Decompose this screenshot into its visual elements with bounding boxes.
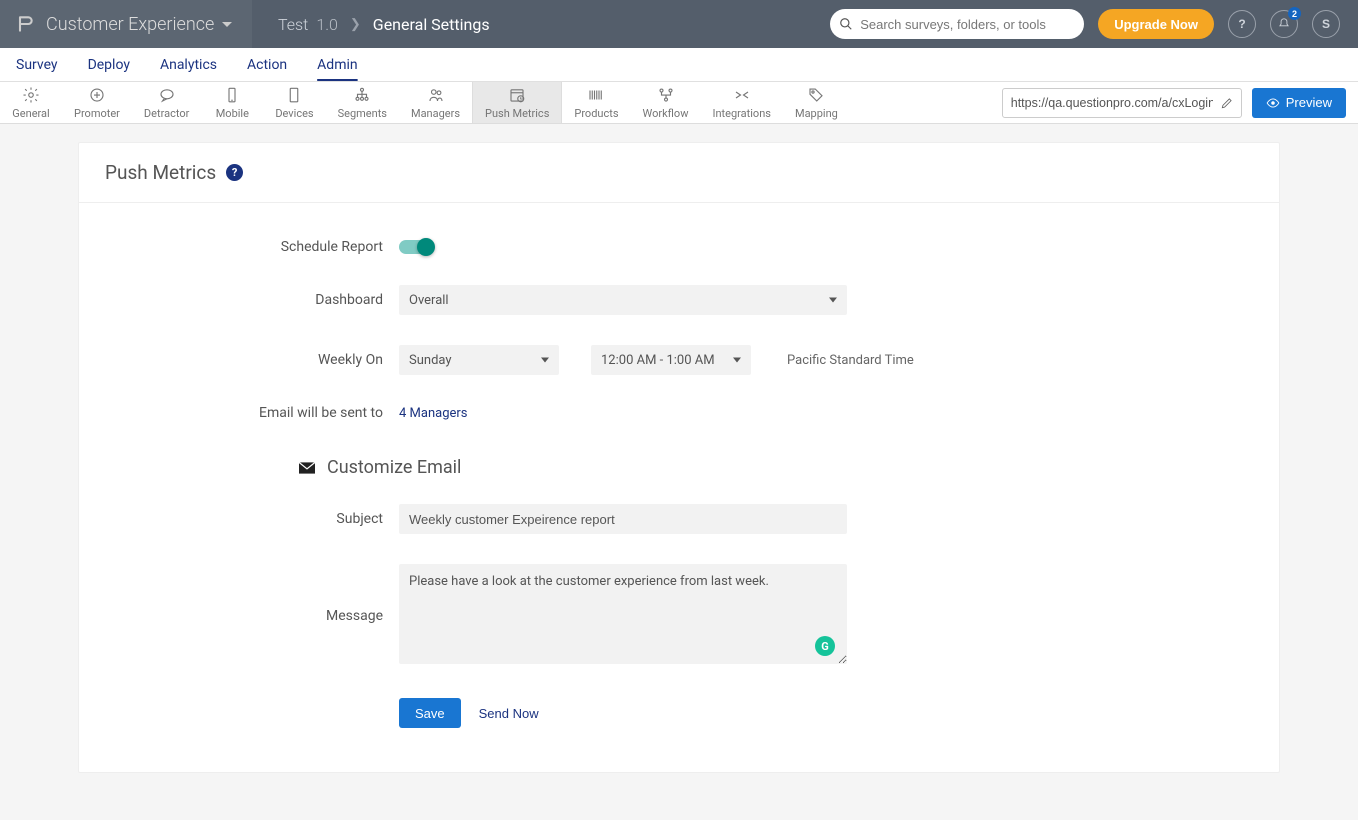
page-url-field[interactable] — [1002, 88, 1242, 118]
upgrade-button[interactable]: Upgrade Now — [1098, 9, 1214, 39]
grammarly-icon[interactable]: G — [815, 636, 835, 656]
admin-toolbar: General Promoter Detractor Mobile Device… — [0, 82, 1358, 124]
tool-mapping[interactable]: Mapping — [783, 82, 850, 123]
devices-icon — [285, 86, 303, 104]
main-content: Push Metrics ? Schedule Report Dashboard… — [0, 124, 1358, 813]
breadcrumb-root[interactable]: Test — [278, 15, 308, 34]
email-sent-to-label: Email will be sent to — [119, 405, 399, 421]
tool-devices[interactable]: Devices — [263, 82, 325, 123]
breadcrumb: Test 1.0 ❯ General Settings — [252, 15, 490, 34]
calendar-clock-icon — [508, 86, 526, 104]
plus-circle-icon — [88, 86, 106, 104]
search-input[interactable] — [830, 9, 1084, 39]
send-now-button[interactable]: Send Now — [479, 706, 539, 721]
workflow-icon — [657, 86, 675, 104]
panel-title: Push Metrics — [105, 161, 216, 184]
tool-detractor[interactable]: Detractor — [132, 82, 201, 123]
hierarchy-icon — [353, 86, 371, 104]
tool-promoter[interactable]: Promoter — [62, 82, 132, 123]
brand-title: Customer Experience — [46, 14, 214, 35]
breadcrumb-version: 1.0 — [316, 15, 338, 34]
tool-integrations[interactable]: Integrations — [700, 82, 782, 123]
barcode-icon — [587, 86, 605, 104]
caret-down-icon — [829, 298, 837, 303]
subject-input[interactable] — [399, 504, 847, 534]
help-button[interactable]: ? — [1228, 10, 1256, 38]
dashboard-label: Dashboard — [119, 292, 399, 308]
bell-icon — [1277, 17, 1291, 31]
schedule-report-toggle[interactable] — [399, 240, 431, 254]
notifications-button[interactable]: 2 — [1270, 10, 1298, 38]
caret-down-icon — [733, 358, 741, 363]
subject-label: Subject — [119, 511, 399, 527]
chat-icon — [158, 86, 176, 104]
integrations-icon — [733, 86, 751, 104]
tool-products[interactable]: Products — [562, 82, 630, 123]
tool-workflow[interactable]: Workflow — [631, 82, 701, 123]
customize-email-header: Customize Email — [297, 457, 1239, 478]
push-metrics-panel: Push Metrics ? Schedule Report Dashboard… — [78, 142, 1280, 773]
toolbar-right: Preview — [1002, 82, 1358, 123]
caret-down-icon — [222, 16, 232, 32]
tool-managers[interactable]: Managers — [399, 82, 472, 123]
search-wrap — [830, 9, 1084, 39]
nav-item-deploy[interactable]: Deploy — [88, 51, 130, 79]
weekly-time-select[interactable]: 12:00 AM - 1:00 AM — [591, 345, 751, 375]
tool-push-metrics[interactable]: Push Metrics — [472, 82, 562, 123]
app-header: Customer Experience Test 1.0 ❯ General S… — [0, 0, 1358, 48]
message-textarea[interactable] — [399, 564, 847, 664]
people-icon — [427, 86, 445, 104]
message-label: Message — [119, 608, 399, 624]
weekly-on-label: Weekly On — [119, 352, 399, 368]
dashboard-select[interactable]: Overall — [399, 285, 847, 315]
breadcrumb-current: General Settings — [373, 15, 490, 34]
main-nav: Survey Deploy Analytics Action Admin — [0, 48, 1358, 82]
nav-item-analytics[interactable]: Analytics — [160, 51, 217, 79]
avatar-button[interactable]: S — [1312, 10, 1340, 38]
chevron-right-icon: ❯ — [346, 17, 365, 32]
tool-general[interactable]: General — [0, 82, 62, 123]
preview-button[interactable]: Preview — [1252, 88, 1346, 118]
brand-area[interactable]: Customer Experience — [0, 0, 252, 48]
app-logo-icon — [14, 13, 36, 35]
panel-header: Push Metrics ? — [79, 143, 1279, 203]
nav-item-survey[interactable]: Survey — [16, 51, 58, 79]
schedule-report-label: Schedule Report — [119, 239, 399, 255]
mobile-icon — [223, 86, 241, 104]
tool-mobile[interactable]: Mobile — [201, 82, 263, 123]
tag-icon — [807, 86, 825, 104]
nav-item-action[interactable]: Action — [247, 51, 287, 79]
eye-icon — [1266, 96, 1280, 110]
weekly-day-select[interactable]: Sunday — [399, 345, 559, 375]
help-icon[interactable]: ? — [226, 164, 243, 181]
tool-segments[interactable]: Segments — [326, 82, 399, 123]
gear-icon — [22, 86, 40, 104]
timezone-text: Pacific Standard Time — [787, 353, 914, 368]
pencil-icon[interactable] — [1220, 96, 1234, 110]
header-right: Upgrade Now ? 2 S — [830, 9, 1358, 39]
nav-item-admin[interactable]: Admin — [317, 51, 357, 79]
envelope-icon — [297, 460, 317, 476]
managers-link[interactable]: 4 Managers — [399, 406, 468, 421]
url-wrap — [1002, 88, 1242, 118]
caret-down-icon — [541, 358, 549, 363]
panel-body: Schedule Report Dashboard Overall Weekly… — [79, 203, 1279, 772]
search-icon — [839, 17, 853, 31]
notification-badge: 2 — [1288, 7, 1301, 20]
save-button[interactable]: Save — [399, 698, 461, 728]
